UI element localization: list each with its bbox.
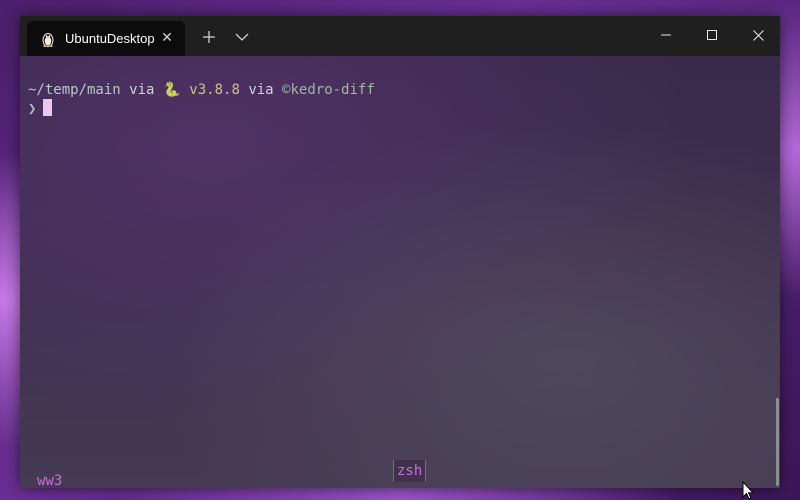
prompt-info-line: ~/temp/main via 🐍 v3.8.8 via ©kedro-diff	[28, 81, 375, 99]
chevron-down-icon	[235, 33, 249, 41]
text-cursor	[43, 99, 53, 116]
python-version: v3.8.8	[180, 82, 240, 98]
maximize-button[interactable]	[689, 16, 735, 54]
environment-name: ©kedro-diff	[282, 82, 375, 98]
new-tab-button[interactable]	[198, 26, 220, 48]
terminal-pane[interactable]: ~/temp/main via 🐍 v3.8.8 via ©kedro-diff…	[20, 56, 780, 488]
mouse-pointer-icon	[742, 481, 754, 500]
close-window-button[interactable]	[735, 16, 780, 54]
maximize-icon	[707, 30, 717, 40]
tab-dropdown-button[interactable]	[231, 26, 253, 48]
current-path: ~/temp/main	[28, 82, 121, 98]
vertical-scrollbar[interactable]	[776, 398, 779, 486]
via-text: via	[120, 82, 163, 98]
tab-ubuntu-desktop[interactable]: UbuntuDesktop ✕	[27, 21, 185, 56]
plus-icon	[203, 31, 215, 43]
title-bar[interactable]: UbuntuDesktop ✕	[20, 16, 780, 56]
python-icon: 🐍	[163, 82, 181, 98]
close-icon	[752, 29, 764, 41]
via-text-2: via	[239, 82, 283, 98]
linux-penguin-icon	[39, 30, 57, 48]
tab-title: UbuntuDesktop	[65, 31, 155, 46]
minimize-button[interactable]	[643, 16, 689, 54]
command-prompt-line[interactable]: ❯	[28, 99, 53, 117]
close-tab-icon[interactable]: ✕	[159, 30, 175, 46]
prompt-symbol: ❯	[28, 101, 37, 117]
status-shell-name: zsh	[393, 460, 427, 482]
terminal-window: UbuntuDesktop ✕ ~/temp/main via 🐍 v3.8.8…	[20, 16, 780, 488]
status-session-name: ww3	[37, 473, 63, 488]
minimize-icon	[661, 34, 671, 36]
